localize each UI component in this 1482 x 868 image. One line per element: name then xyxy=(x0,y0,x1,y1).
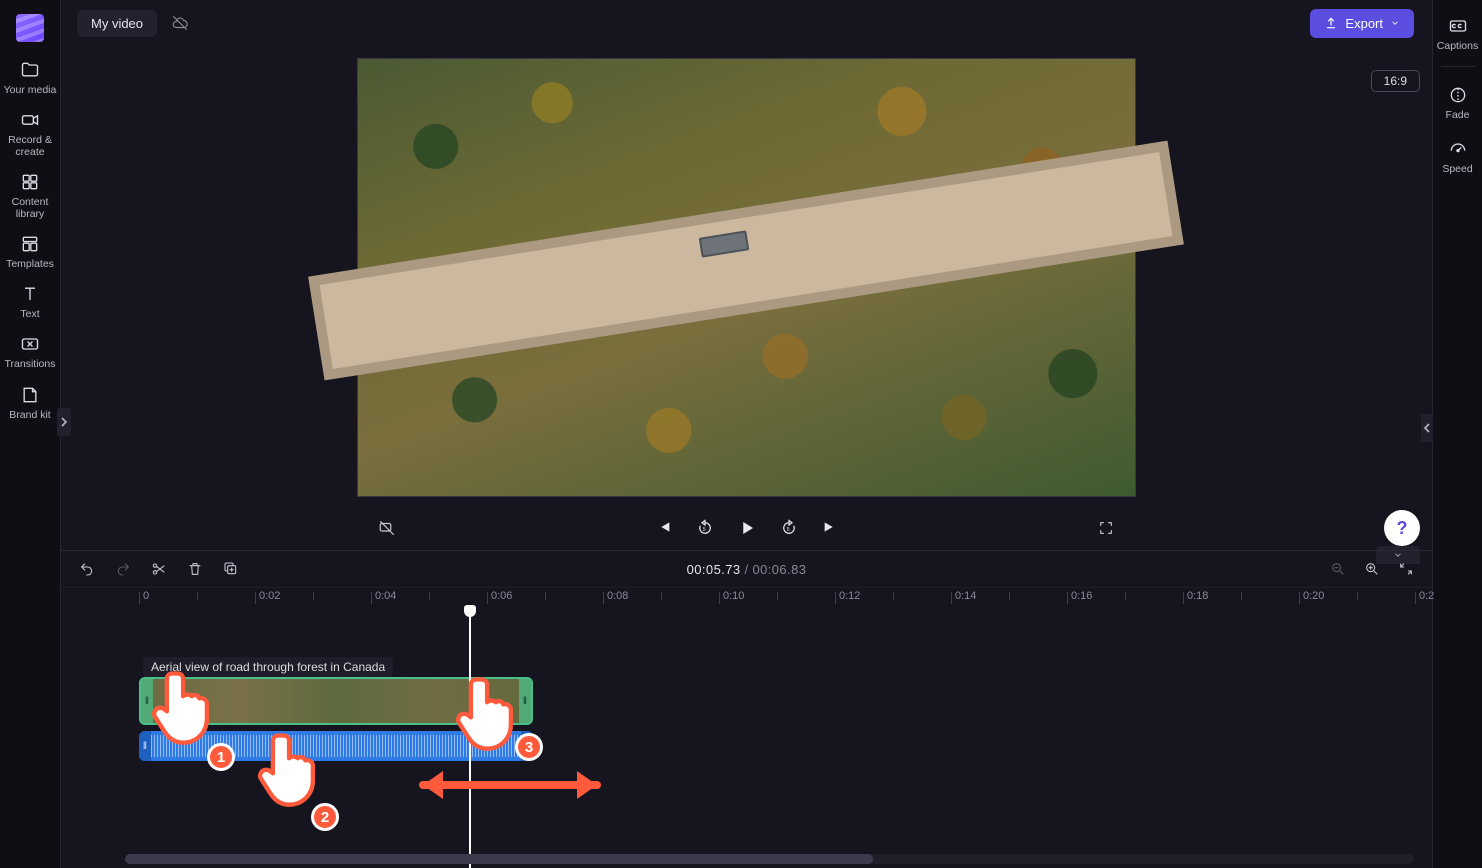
duplicate-icon[interactable] xyxy=(223,561,239,577)
sidebar-item-transitions[interactable]: Transitions xyxy=(0,328,60,378)
transitions-icon xyxy=(0,334,60,354)
zoom-out-icon xyxy=(1330,561,1346,577)
export-label: Export xyxy=(1345,16,1383,31)
ruler-label: 0 xyxy=(143,590,149,602)
ruler-label: 0:2 xyxy=(1419,590,1434,602)
export-button[interactable]: Export xyxy=(1310,9,1414,38)
tutorial-drag-arrow xyxy=(405,765,615,805)
ruler-label: 0:02 xyxy=(259,590,280,602)
rightbar-item-captions[interactable]: Captions xyxy=(1433,10,1482,58)
player-controls: 5 5 xyxy=(357,508,1136,548)
rightbar-item-fade[interactable]: Fade xyxy=(1433,79,1482,127)
ruler-label: 0:06 xyxy=(491,590,512,602)
fit-timeline-icon[interactable] xyxy=(1398,561,1414,577)
video-clip[interactable]: ‖ ‖ xyxy=(139,677,533,725)
camera-icon xyxy=(0,110,60,130)
ruler-label: 0:04 xyxy=(375,590,396,602)
sidebar-item-brand-kit[interactable]: Brand kit xyxy=(0,379,60,429)
video-preview[interactable] xyxy=(357,58,1136,497)
ruler-label: 0:10 xyxy=(723,590,744,602)
sidebar-left: Your media Record & create Content libra… xyxy=(0,0,61,868)
skip-forward-icon[interactable] xyxy=(822,519,838,537)
rightbar-item-label: Fade xyxy=(1446,109,1470,121)
app-logo[interactable] xyxy=(16,14,44,42)
timeline-hscrollbar[interactable] xyxy=(125,854,1414,864)
brand-kit-icon xyxy=(0,385,60,405)
rewind-5-icon[interactable]: 5 xyxy=(696,519,714,537)
right-panel-expand-handle[interactable] xyxy=(1421,414,1433,442)
audio-trim-handle-right[interactable]: ‖ xyxy=(521,731,533,761)
chevron-down-icon xyxy=(1390,18,1400,28)
ruler-label: 0:18 xyxy=(1187,590,1208,602)
svg-text:5: 5 xyxy=(702,527,705,533)
forward-5-icon[interactable]: 5 xyxy=(780,519,798,537)
sidebar-right: Captions Fade Speed xyxy=(1432,0,1482,868)
rightbar-item-label: Captions xyxy=(1437,40,1478,52)
timeline-hscroll-thumb[interactable] xyxy=(125,854,873,864)
sidebar-item-text[interactable]: Text xyxy=(0,278,60,328)
project-title-input[interactable]: My video xyxy=(77,10,157,37)
sidebar-item-label: Content library xyxy=(12,196,49,220)
hide-preview-icon[interactable] xyxy=(378,519,396,537)
timeline-tracks[interactable]: Aerial view of road through forest in Ca… xyxy=(61,615,1432,868)
sidebar-item-label: Templates xyxy=(6,258,54,270)
zoom-in-icon[interactable] xyxy=(1364,561,1380,577)
clip-title-tooltip: Aerial view of road through forest in Ca… xyxy=(143,657,393,677)
audio-clip[interactable]: ‖ ‖ xyxy=(139,731,533,761)
delete-icon[interactable] xyxy=(187,561,203,577)
total-duration: 00:06.83 xyxy=(753,562,807,577)
split-icon[interactable] xyxy=(151,561,167,577)
sidebar-item-label: Record & create xyxy=(8,134,52,158)
playhead[interactable] xyxy=(469,615,471,868)
clip-trim-handle-left[interactable]: ‖ xyxy=(141,679,153,723)
ruler-label: 0:20 xyxy=(1303,590,1324,602)
sidebar-item-record-create[interactable]: Record & create xyxy=(0,104,60,166)
current-time: 00:05.73 xyxy=(687,562,741,577)
aspect-ratio-button[interactable]: 16:9 xyxy=(1371,70,1420,92)
ruler-label: 0:14 xyxy=(955,590,976,602)
redo-icon xyxy=(115,561,131,577)
templates-icon xyxy=(0,234,60,254)
rightbar-item-speed[interactable]: Speed xyxy=(1433,133,1482,181)
timeline-time-display: 00:05.73 / 00:06.83 xyxy=(687,562,807,577)
upload-icon xyxy=(1324,16,1338,30)
timeline-toolbar: 00:05.73 / 00:06.83 xyxy=(61,551,1432,587)
audio-trim-handle-left[interactable]: ‖ xyxy=(139,731,151,761)
timeline-ruler[interactable]: 0 0:02 0:04 0:06 0:08 0:10 0:12 0:14 0:16 0:18 0:… xyxy=(61,587,1432,615)
sidebar-item-templates[interactable]: Templates xyxy=(0,228,60,278)
svg-text:5: 5 xyxy=(786,527,789,533)
tutorial-badge-2: 2 xyxy=(311,803,339,831)
cloud-sync-off-icon[interactable] xyxy=(171,14,189,32)
ruler-label: 0:16 xyxy=(1071,590,1092,602)
library-icon xyxy=(0,172,60,192)
preview-area: 16:9 5 5 ? xyxy=(61,46,1432,550)
sidebar-item-label: Your media xyxy=(4,84,57,96)
text-icon xyxy=(0,284,60,304)
help-button[interactable]: ? xyxy=(1384,510,1420,546)
ruler-label: 0:08 xyxy=(607,590,628,602)
sidebar-item-label: Brand kit xyxy=(9,409,50,421)
ruler-label: 0:12 xyxy=(839,590,860,602)
sidebar-item-content-library[interactable]: Content library xyxy=(0,166,60,228)
play-icon[interactable] xyxy=(738,519,756,537)
speed-icon xyxy=(1433,139,1482,159)
sidebar-item-your-media[interactable]: Your media xyxy=(0,54,60,104)
timeline-panel: 00:05.73 / 00:06.83 0 0:02 0:04 0:06 0:08 0:… xyxy=(61,550,1432,868)
clip-trim-handle-right[interactable]: ‖ xyxy=(519,679,531,723)
skip-back-icon[interactable] xyxy=(656,519,672,537)
fullscreen-icon[interactable] xyxy=(1098,520,1114,536)
topbar: My video Export xyxy=(61,0,1432,46)
folder-icon xyxy=(0,60,60,80)
main-area: My video Export 16:9 xyxy=(61,0,1432,868)
sidebar-item-label: Transitions xyxy=(5,358,56,370)
undo-icon[interactable] xyxy=(79,561,95,577)
captions-icon xyxy=(1433,16,1482,36)
fade-icon xyxy=(1433,85,1482,105)
sidebar-item-label: Text xyxy=(20,308,39,320)
rightbar-item-label: Speed xyxy=(1442,163,1472,175)
